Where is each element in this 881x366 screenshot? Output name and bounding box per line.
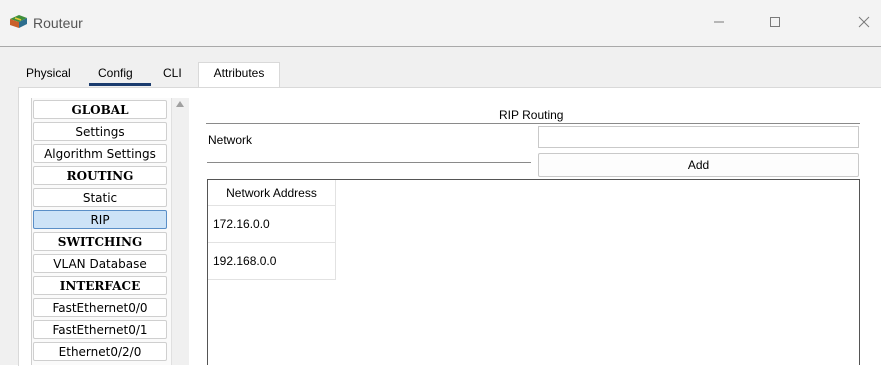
table-row[interactable]: 172.16.0.0	[208, 206, 336, 243]
table-header-network-address: Network Address	[208, 180, 336, 206]
sidebar-item-fastethernet0-0[interactable]: FastEthernet0/0	[33, 298, 167, 317]
section-divider	[206, 123, 860, 124]
scroll-up-icon[interactable]	[176, 101, 184, 107]
add-button[interactable]: Add	[538, 153, 859, 177]
sidebar-item-fastethernet0-1[interactable]: FastEthernet0/1	[33, 320, 167, 339]
maximize-button[interactable]	[753, 6, 797, 40]
sidebar-header-global: GLOBAL	[33, 100, 167, 119]
sidebar-item-algorithm-settings[interactable]: Algorithm Settings	[33, 144, 167, 163]
tab-cli[interactable]: CLI	[163, 63, 182, 86]
rip-routing-title: RIP Routing	[499, 108, 564, 122]
sidebar-header-switching: SWITCHING	[33, 232, 167, 251]
tab-attributes[interactable]: Attributes	[198, 62, 280, 87]
sidebar-item-vlan-database[interactable]: VLAN Database	[33, 254, 167, 273]
sidebar-header-interface: INTERFACE	[33, 276, 167, 295]
config-sidebar: GLOBAL Settings Algorithm Settings ROUTI…	[31, 98, 171, 365]
sidebar-item-rip[interactable]: RIP	[33, 210, 167, 229]
title-bar	[0, 0, 881, 46]
sidebar-item-ethernet0-2-0[interactable]: Ethernet0/2/0	[33, 342, 167, 361]
minimize-button[interactable]	[697, 6, 741, 40]
sidebar-scrollbar[interactable]	[171, 98, 189, 365]
active-tab-indicator	[89, 83, 151, 86]
tab-physical[interactable]: Physical	[26, 63, 71, 86]
network-label-underline	[207, 162, 531, 163]
close-button[interactable]	[842, 6, 881, 40]
close-icon	[858, 16, 870, 31]
window-title: Routeur	[33, 15, 83, 31]
sidebar-header-routing: ROUTING	[33, 166, 167, 185]
network-input[interactable]	[538, 126, 859, 148]
minimize-icon	[713, 16, 725, 31]
maximize-icon	[769, 16, 781, 31]
sidebar-item-static[interactable]: Static	[33, 188, 167, 207]
network-label: Network	[208, 133, 253, 147]
router-app-icon	[9, 14, 29, 32]
table-row[interactable]: 192.168.0.0	[208, 243, 336, 280]
sidebar-item-settings[interactable]: Settings	[33, 122, 167, 141]
